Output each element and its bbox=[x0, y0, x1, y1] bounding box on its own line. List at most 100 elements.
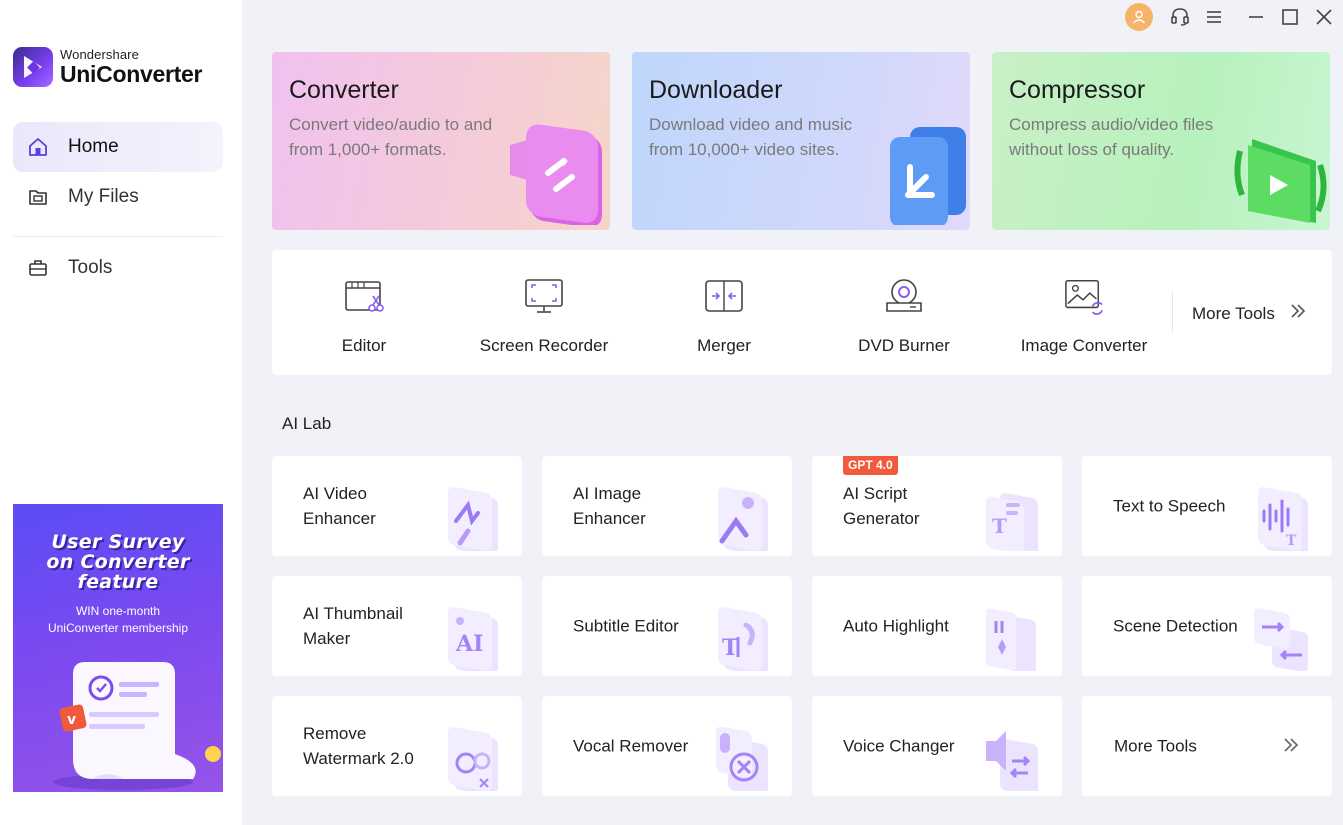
sidebar-item-label: Home bbox=[68, 136, 119, 157]
user-icon bbox=[1132, 10, 1146, 24]
ai-card-scene-detection[interactable]: Scene Detection bbox=[1082, 576, 1332, 676]
sidebar-item-tools[interactable]: Tools bbox=[13, 243, 223, 293]
ai-card-ai-script-generator[interactable]: GPT 4.0 AI Script Generator T bbox=[812, 456, 1062, 556]
card-label: Scene Detection bbox=[1113, 616, 1238, 636]
support-headset-button[interactable] bbox=[1163, 0, 1197, 34]
tool-image-converter[interactable]: Image Converter bbox=[994, 250, 1174, 375]
product-name: UniConverter bbox=[60, 61, 203, 87]
window-titlebar bbox=[1125, 0, 1343, 34]
tool-label: Merger bbox=[697, 336, 751, 355]
tool-label: DVD Burner bbox=[858, 336, 950, 355]
folder-icon bbox=[27, 186, 49, 208]
sidebar-item-label: Tools bbox=[68, 257, 113, 278]
tool-dvd-burner[interactable]: DVD Burner bbox=[814, 250, 994, 375]
converter-icon bbox=[500, 115, 610, 230]
tools-divider bbox=[1172, 292, 1173, 332]
card-label: Text to Speech bbox=[1113, 496, 1226, 516]
tool-label: Image Converter bbox=[1020, 336, 1148, 355]
menu-button[interactable] bbox=[1197, 0, 1231, 34]
card-label: Vocal Remover bbox=[573, 736, 689, 756]
sidebar: Wondershare UniConverter Home My Files T… bbox=[0, 0, 242, 825]
ai-card-ai-thumbnail-maker[interactable]: AI Thumbnail Maker AI bbox=[272, 576, 522, 676]
card-label: AI Thumbnail Maker bbox=[303, 604, 403, 648]
toolbox-icon bbox=[27, 257, 49, 279]
feature-description: Convert video/audio to and from 1,000+ f… bbox=[289, 115, 493, 159]
ai-card-vocal-remover[interactable]: Vocal Remover bbox=[542, 696, 792, 796]
app-logo[interactable]: Wondershare UniConverter bbox=[13, 47, 202, 87]
promo-title: User Survey on Converter feature bbox=[46, 531, 190, 593]
voice-changer-icon bbox=[982, 721, 1042, 796]
feature-title: Compressor bbox=[1009, 76, 1146, 104]
compressor-card[interactable]: Compressor Compress audio/video files wi… bbox=[992, 52, 1330, 230]
ai-card-ai-video-enhancer[interactable]: AI Video Enhancer bbox=[272, 456, 522, 556]
ai-card-voice-changer[interactable]: Voice Changer bbox=[812, 696, 1062, 796]
sidebar-item-label: My Files bbox=[68, 186, 139, 207]
uniconverter-logo-icon bbox=[13, 47, 53, 87]
survey-scroll-illustration: v bbox=[53, 654, 223, 792]
dvd-burner-icon bbox=[884, 276, 924, 316]
svg-text:T: T bbox=[722, 635, 739, 661]
sidebar-item-home[interactable]: Home bbox=[13, 122, 223, 172]
compressor-icon bbox=[1230, 125, 1330, 230]
svg-text:T: T bbox=[992, 514, 1007, 538]
scene-detection-icon bbox=[1252, 601, 1312, 676]
tool-editor[interactable]: Editor bbox=[274, 250, 454, 375]
ai-card-more-tools[interactable]: More Tools bbox=[1082, 696, 1332, 796]
ai-video-enhancer-icon bbox=[442, 481, 502, 556]
tool-label: Screen Recorder bbox=[479, 336, 609, 355]
card-label: AI Script Generator bbox=[843, 484, 920, 528]
converter-card[interactable]: Converter Convert video/audio to and fro… bbox=[272, 52, 610, 230]
ai-card-subtitle-editor[interactable]: Subtitle Editor T bbox=[542, 576, 792, 676]
ai-card-auto-highlight[interactable]: Auto Highlight bbox=[812, 576, 1062, 676]
card-label: Remove Watermark 2.0 bbox=[303, 724, 414, 768]
minimize-icon bbox=[1249, 16, 1263, 18]
double-chevron-right-icon bbox=[1289, 302, 1307, 325]
minimize-button[interactable] bbox=[1239, 0, 1273, 34]
downloader-card[interactable]: Downloader Download video and music from… bbox=[632, 52, 970, 230]
maximize-icon bbox=[1282, 9, 1298, 25]
promo-subtitle: WIN one-month UniConverter membership bbox=[47, 604, 189, 635]
ai-card-ai-image-enhancer[interactable]: AI Image Enhancer bbox=[542, 456, 792, 556]
gpt-badge: GPT 4.0 bbox=[843, 456, 898, 475]
auto-highlight-icon bbox=[982, 601, 1042, 676]
feature-description: Download video and music from 10,000+ vi… bbox=[649, 115, 853, 159]
downloader-icon bbox=[870, 115, 970, 230]
image-converter-icon bbox=[1064, 276, 1104, 316]
card-label: Voice Changer bbox=[843, 736, 955, 756]
vocal-remover-icon bbox=[712, 721, 772, 796]
sidebar-item-my-files[interactable]: My Files bbox=[13, 172, 223, 222]
svg-text:AI: AI bbox=[455, 631, 483, 657]
text-to-speech-icon: T bbox=[1252, 481, 1312, 556]
tools-bar: Editor Screen Recorder Merger DVD Burner… bbox=[272, 250, 1332, 375]
svg-text:T: T bbox=[1286, 533, 1297, 549]
editor-scissors-icon bbox=[344, 276, 384, 316]
more-tools-button[interactable]: More Tools bbox=[1192, 302, 1307, 325]
home-icon bbox=[27, 136, 49, 158]
svg-text:v: v bbox=[67, 712, 76, 728]
double-chevron-right-icon bbox=[1282, 736, 1300, 759]
maximize-button[interactable] bbox=[1273, 0, 1307, 34]
user-avatar[interactable] bbox=[1125, 3, 1153, 31]
feature-title: Converter bbox=[289, 76, 399, 104]
subtitle-editor-icon: T bbox=[712, 601, 772, 676]
ai-card-text-to-speech[interactable]: Text to Speech T bbox=[1082, 456, 1332, 556]
remove-watermark-icon bbox=[442, 721, 502, 796]
merger-icon bbox=[704, 276, 744, 316]
ai-thumbnail-maker-icon: AI bbox=[442, 601, 502, 676]
tool-merger[interactable]: Merger bbox=[634, 250, 814, 375]
close-button[interactable] bbox=[1307, 0, 1341, 34]
feature-description: Compress audio/video files without loss … bbox=[1009, 115, 1214, 159]
screen-recorder-icon bbox=[524, 276, 564, 316]
hamburger-menu-icon bbox=[1207, 11, 1221, 23]
user-survey-banner[interactable]: User Survey on Converter feature WIN one… bbox=[13, 504, 223, 792]
ai-image-enhancer-icon bbox=[712, 481, 772, 556]
ai-card-remove-watermark[interactable]: Remove Watermark 2.0 bbox=[272, 696, 522, 796]
card-label: Subtitle Editor bbox=[573, 616, 679, 636]
tool-screen-recorder[interactable]: Screen Recorder bbox=[454, 250, 634, 375]
headset-icon bbox=[1171, 8, 1189, 26]
card-label: Auto Highlight bbox=[843, 616, 949, 636]
card-label: AI Video Enhancer bbox=[303, 484, 376, 528]
tool-label: Editor bbox=[341, 336, 387, 355]
ai-lab-heading: AI Lab bbox=[282, 414, 332, 433]
more-tools-label: More Tools bbox=[1192, 303, 1275, 323]
